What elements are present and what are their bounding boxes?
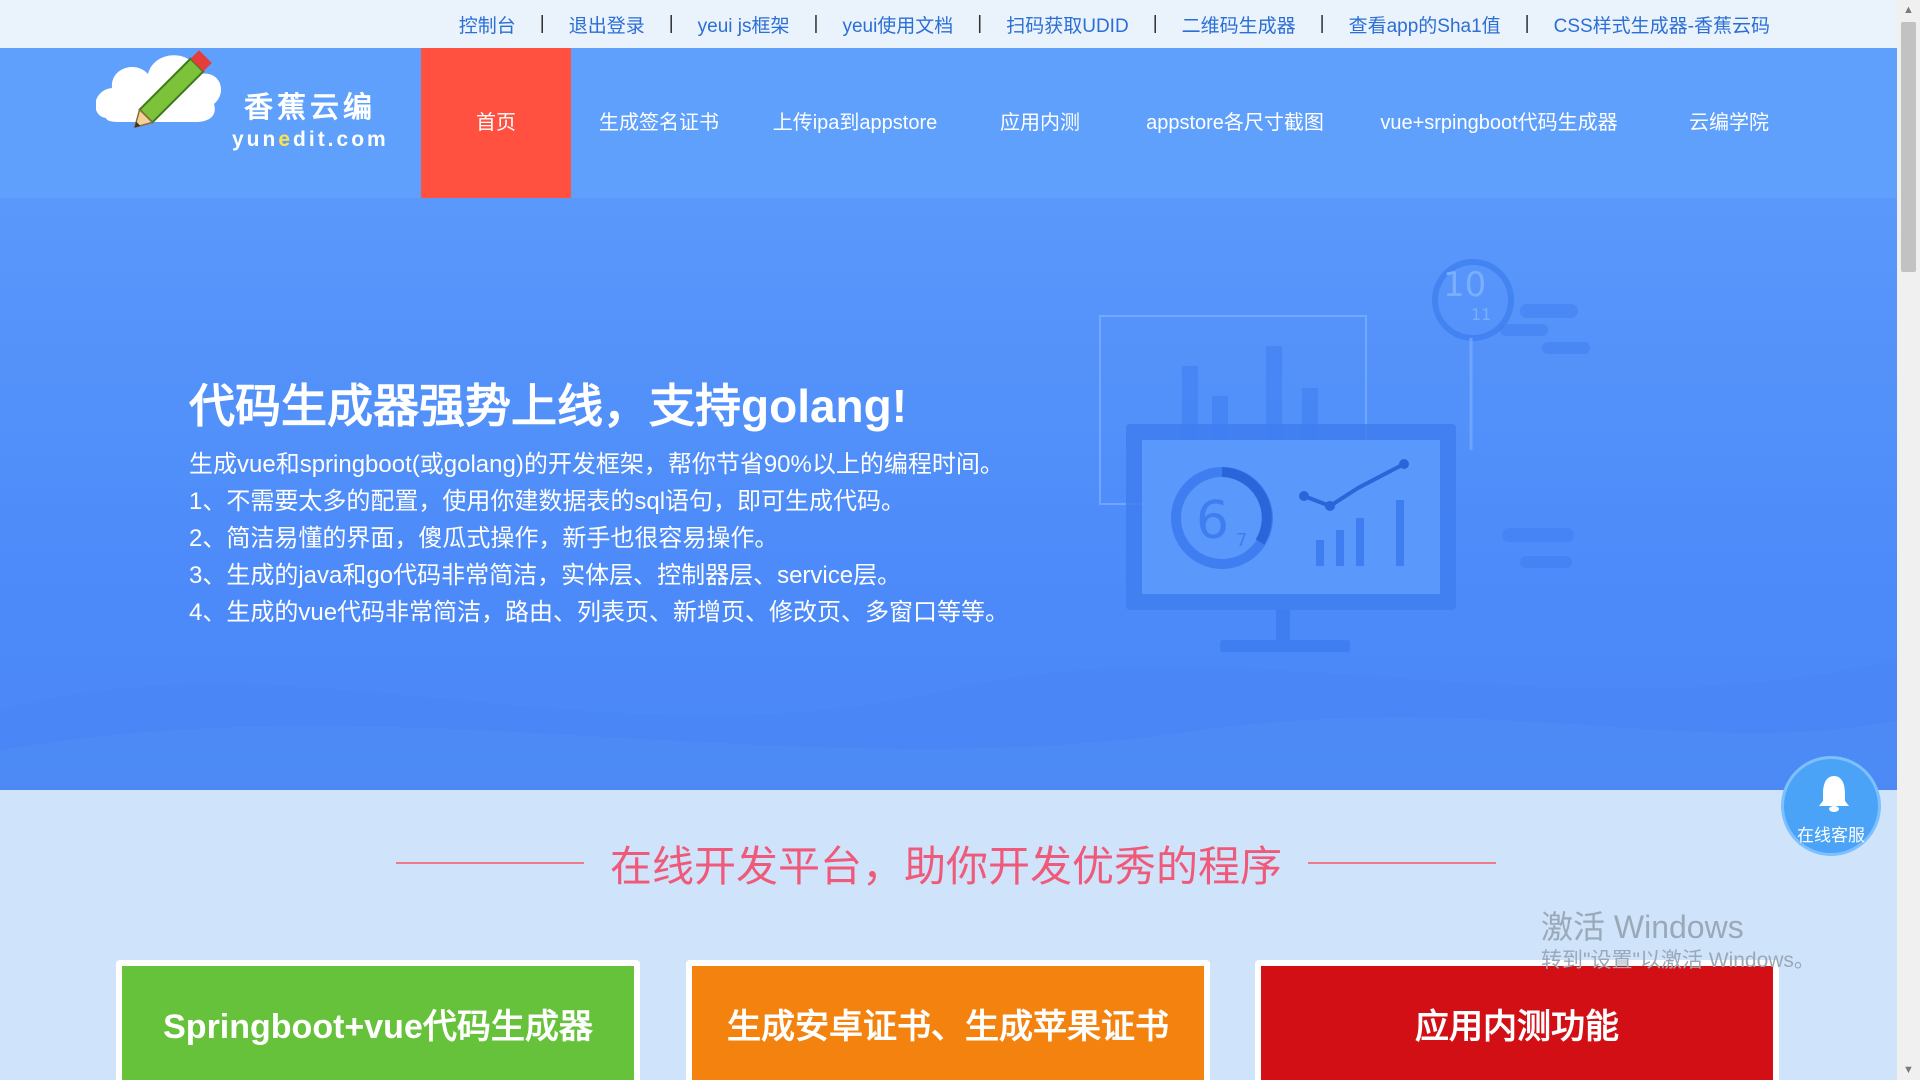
nav-item-app-beta[interactable]: 应用内测 xyxy=(984,48,1096,198)
topbar-link-yeui-docs[interactable]: yeui使用文档 xyxy=(842,11,953,38)
topbar-separator: | xyxy=(1524,13,1530,34)
hero-feature-line: 4、生成的vue代码非常简洁，路由、列表页、新增页、修改页、多窗口等等。 xyxy=(189,599,1010,626)
nav-item-upload-ipa[interactable]: 上传ipa到appstore xyxy=(757,48,953,198)
page-scrollbar[interactable]: ▲ ▼ xyxy=(1897,0,1920,1080)
feature-card-label: Springboot+vue代码生成器 xyxy=(122,966,634,1080)
nav-item-academy[interactable]: 云编学院 xyxy=(1674,48,1784,198)
nav-item-home[interactable]: 首页 xyxy=(421,48,571,198)
feature-card-label: 生成安卓证书、生成苹果证书 xyxy=(692,966,1204,1080)
nav-item-appstore-screenshots[interactable]: appstore各尺寸截图 xyxy=(1133,48,1337,198)
scroll-up-arrow-icon[interactable]: ▲ xyxy=(1897,0,1920,20)
gauge-main-value: 6 xyxy=(1196,491,1229,551)
online-service-button[interactable]: 在线客服 xyxy=(1781,756,1881,856)
windows-activation-hint: 转到"设置"以激活 Windows。 xyxy=(1541,949,1815,972)
topbar-link-css-generator[interactable]: CSS样式生成器-香蕉云码 xyxy=(1554,11,1770,38)
scrollbar-thumb[interactable] xyxy=(1901,22,1916,272)
section-heading-line-left xyxy=(396,862,584,864)
topbar-separator: | xyxy=(539,13,545,34)
topbar-link-yeui-framework[interactable]: yeui js框架 xyxy=(698,11,790,38)
hero-feature-line: 1、不需要太多的配置，使用你建数据表的sql语句，即可生成代码。 xyxy=(189,488,906,515)
topbar-link-logout[interactable]: 退出登录 xyxy=(569,11,645,38)
hero-banner: 代码生成器强势上线，支持golang! 生成vue和springboot(或go… xyxy=(0,198,1897,790)
hero-feature-line: 2、简洁易懂的界面，傻瓜式操作，新手也很容易操作。 xyxy=(189,525,779,552)
feature-card-label: 应用内测功能 xyxy=(1261,966,1773,1080)
topbar-link-qrcode[interactable]: 二维码生成器 xyxy=(1182,11,1296,38)
dashboard-illustration: 10 11 6 7 xyxy=(1099,259,1590,652)
gauge-main-sub: 7 xyxy=(1236,530,1247,551)
gauge-top-sub: 11 xyxy=(1471,305,1491,324)
hero-desc-line: 生成vue和springboot(或golang)的开发框架，帮你节省90%以上… xyxy=(189,451,1004,478)
topbar-link-console[interactable]: 控制台 xyxy=(459,11,516,38)
hero-feature-line: 3、生成的java和go代码非常简洁，实体层、控制器层、service层。 xyxy=(189,562,902,589)
topbar-separator: | xyxy=(813,13,819,34)
gauge-top-value: 10 xyxy=(1443,265,1486,305)
feature-card-code-generator[interactable]: Springboot+vue代码生成器 xyxy=(116,960,640,1080)
nav-item-code-generator[interactable]: vue+srpingboot代码生成器 xyxy=(1366,48,1632,198)
topbar-separator: | xyxy=(1152,13,1158,34)
topbar-separator: | xyxy=(1319,13,1325,34)
nav-item-sign-cert[interactable]: 生成签名证书 xyxy=(581,48,737,198)
topbar-link-sha1[interactable]: 查看app的Sha1值 xyxy=(1349,11,1501,38)
topbar-link-udid[interactable]: 扫码获取UDID xyxy=(1006,11,1128,38)
section-heading: 在线开发平台，助你开发优秀的程序 xyxy=(396,838,1496,890)
hero-title: 代码生成器强势上线，支持golang! xyxy=(189,380,908,432)
feature-card-certificates[interactable]: 生成安卓证书、生成苹果证书 xyxy=(686,960,1210,1080)
scroll-down-arrow-icon[interactable]: ▼ xyxy=(1897,1060,1920,1080)
bell-icon xyxy=(1819,776,1849,812)
topbar-separator: | xyxy=(668,13,674,34)
windows-activation-watermark: 激活 Windows xyxy=(1541,909,1744,945)
logo-text-cn: 香蕉云编 xyxy=(244,92,377,124)
topbar-separator: | xyxy=(977,13,983,34)
logo-text-en: yunedit.com xyxy=(232,128,389,151)
feature-card-app-beta[interactable]: 应用内测功能 xyxy=(1255,960,1779,1080)
online-service-label: 在线客服 xyxy=(1797,826,1865,845)
section-title: 在线开发平台，助你开发优秀的程序 xyxy=(609,842,1282,890)
section-heading-line-right xyxy=(1308,862,1496,864)
